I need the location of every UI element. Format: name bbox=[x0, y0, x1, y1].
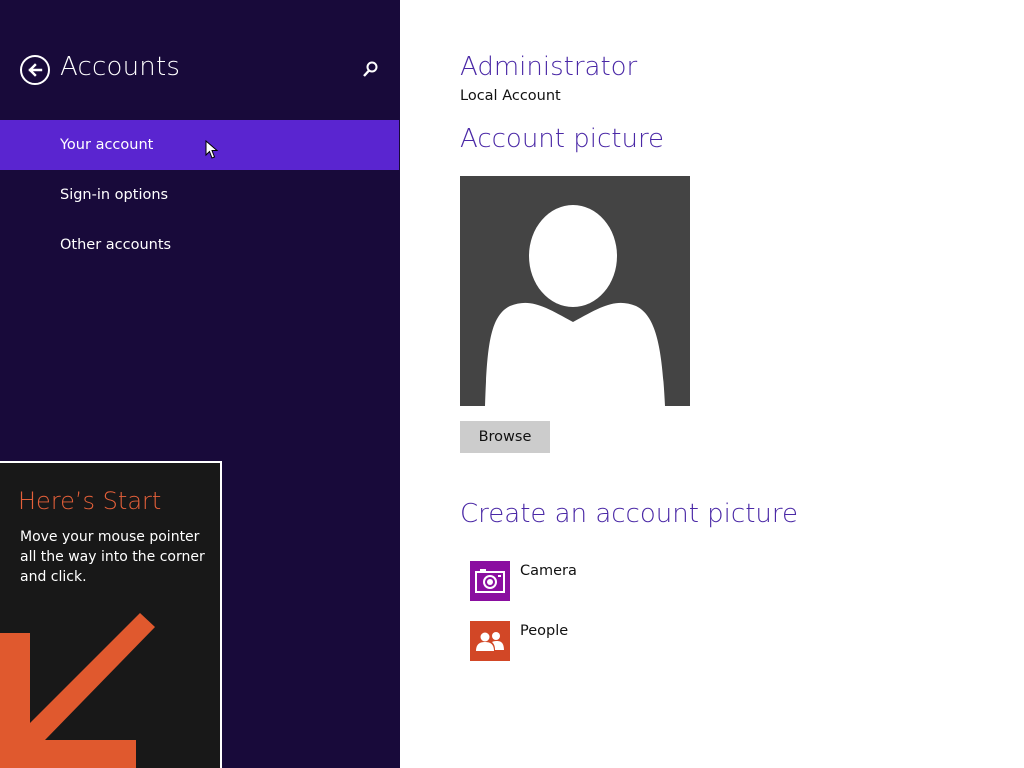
tip-title: Here’s Start bbox=[18, 487, 162, 515]
account-type: Local Account bbox=[460, 88, 561, 104]
corner-arrow-icon bbox=[0, 613, 155, 768]
pane-title: Accounts bbox=[60, 52, 181, 82]
mouse-pointer-icon bbox=[205, 140, 219, 159]
start-tip-panel: Here’s Start Move your mouse pointer all… bbox=[0, 461, 222, 768]
tip-text: Move your mouse pointer all the way into… bbox=[20, 529, 205, 585]
browse-button[interactable]: Browse bbox=[460, 421, 550, 453]
back-arrow-icon bbox=[28, 63, 43, 77]
camera-icon bbox=[475, 569, 505, 593]
camera-label: Camera bbox=[520, 563, 577, 579]
people-app-item[interactable]: People bbox=[470, 621, 690, 661]
people-label: People bbox=[520, 623, 569, 639]
camera-tile bbox=[470, 561, 510, 601]
user-silhouette-icon bbox=[485, 205, 665, 406]
account-picture bbox=[460, 176, 690, 406]
account-picture-heading: Account picture bbox=[460, 124, 665, 154]
nav-item-sign-in-options[interactable]: Sign-in options bbox=[0, 170, 399, 220]
your-account-content: Administrator Local Account Account pict… bbox=[400, 0, 1024, 768]
nav-item-your-account[interactable]: Your account bbox=[0, 120, 399, 170]
people-icon bbox=[476, 632, 504, 651]
nav-item-other-accounts[interactable]: Other accounts bbox=[0, 220, 399, 270]
search-icon[interactable] bbox=[360, 60, 380, 80]
account-name: Administrator bbox=[460, 52, 638, 82]
camera-app-item[interactable]: Camera bbox=[470, 561, 690, 601]
settings-left-pane: Accounts Your account Sign-in options Ot… bbox=[0, 0, 400, 768]
people-tile bbox=[470, 621, 510, 661]
back-button[interactable] bbox=[20, 55, 50, 85]
create-account-picture-heading: Create an account picture bbox=[460, 499, 798, 529]
